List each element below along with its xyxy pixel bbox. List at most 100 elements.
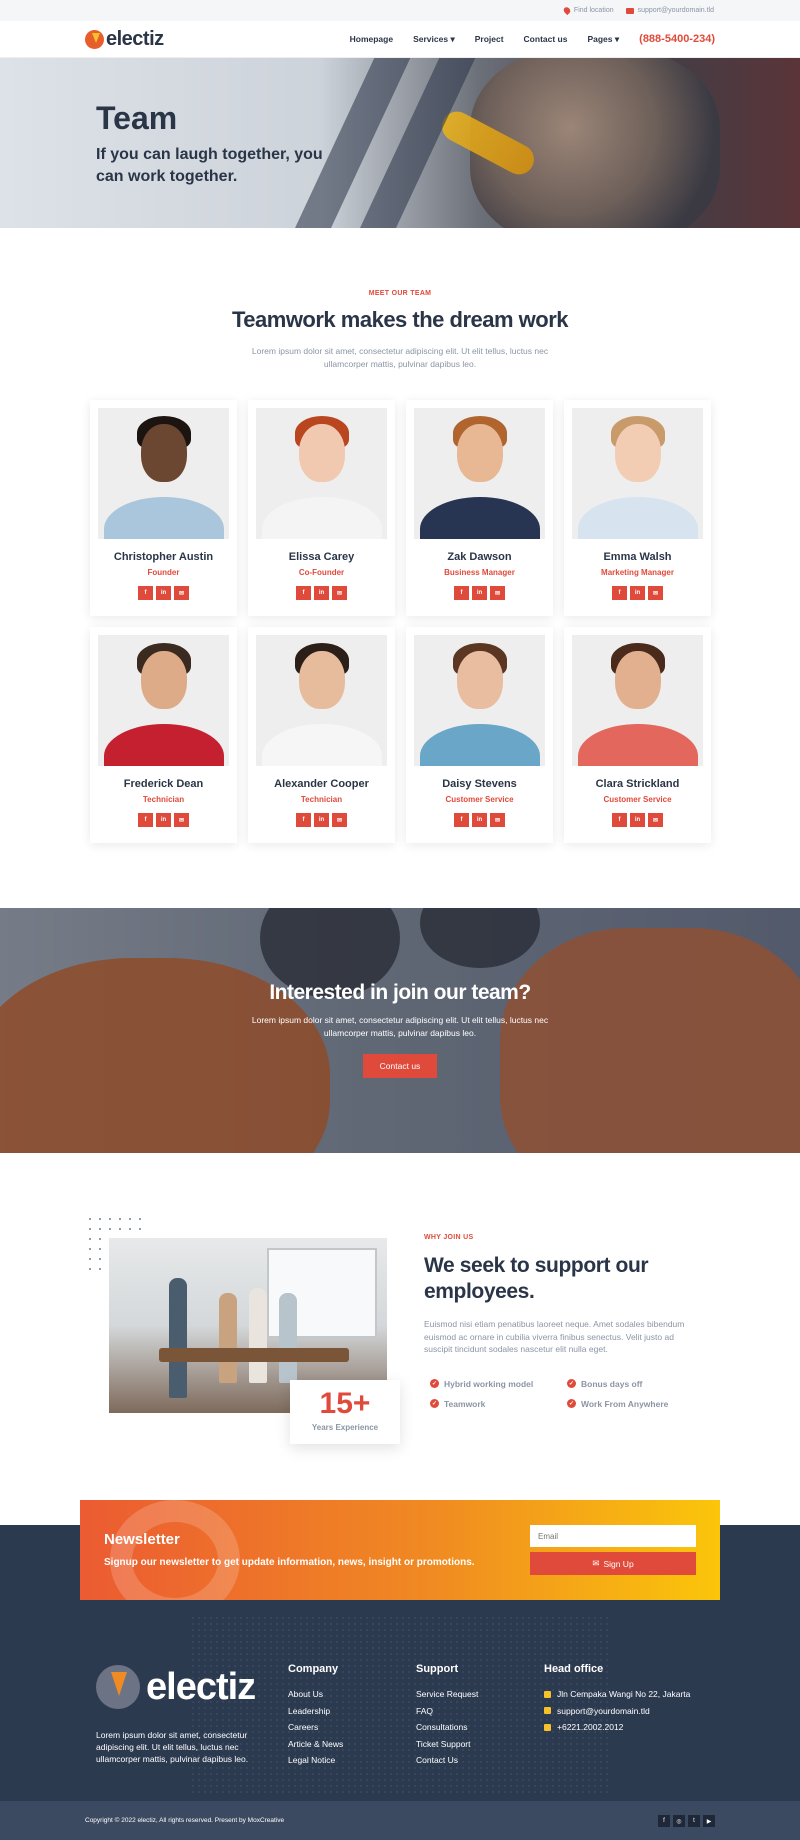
- member-social-links: f in ✉: [256, 586, 387, 600]
- envelope-icon[interactable]: ✉: [332, 813, 347, 827]
- why-eyebrow: WHY JOIN US: [424, 1234, 474, 1241]
- envelope-icon[interactable]: ✉: [648, 813, 663, 827]
- facebook-icon[interactable]: f: [454, 586, 469, 600]
- nav-contact[interactable]: Contact us: [524, 34, 568, 44]
- hero-subtitle: If you can laugh together, you can work …: [96, 146, 323, 185]
- footer-link[interactable]: Ticket Support: [416, 1739, 478, 1749]
- footer-link[interactable]: Service Request: [416, 1689, 478, 1699]
- newsletter-email-input[interactable]: [530, 1525, 696, 1547]
- nav-project[interactable]: Project: [475, 34, 504, 44]
- twitter-icon[interactable]: t: [688, 1815, 700, 1827]
- envelope-icon[interactable]: ✉: [648, 586, 663, 600]
- location-text: Find location: [573, 7, 614, 14]
- linkedin-icon[interactable]: in: [630, 586, 645, 600]
- main-nav: Homepage Services Project Contact us Pag…: [350, 33, 715, 45]
- cta-title: Interested in join our team?: [269, 981, 531, 1004]
- footer-support-column: Support Service Request FAQ Consultation…: [416, 1663, 478, 1772]
- footer-link[interactable]: About Us: [288, 1689, 343, 1699]
- member-photo: [256, 635, 387, 766]
- footer-description: Lorem ipsum dolor sit amet, consectetur …: [96, 1730, 249, 1764]
- facebook-icon[interactable]: f: [658, 1815, 670, 1827]
- member-photo-body: [261, 724, 382, 766]
- envelope-icon[interactable]: ✉: [332, 586, 347, 600]
- footer-logo[interactable]: electiz: [96, 1665, 256, 1709]
- office-person: [249, 1288, 267, 1383]
- member-name: Emma Walsh: [603, 551, 672, 563]
- envelope-icon[interactable]: ✉: [490, 813, 505, 827]
- email-link[interactable]: support@yourdomain.tld: [625, 7, 714, 14]
- benefit-item: ✓ Work From Anywhere: [567, 1399, 704, 1409]
- youtube-icon[interactable]: ▶: [703, 1815, 715, 1827]
- member-photo: [98, 408, 229, 539]
- member-photo: [256, 408, 387, 539]
- footer-link[interactable]: Legal Notice: [288, 1755, 343, 1765]
- member-role: Marketing Manager: [601, 568, 674, 577]
- nav-homepage[interactable]: Homepage: [350, 34, 393, 44]
- office-address-text: Jln Cempaka Wangi No 22, Jakarta: [557, 1689, 691, 1699]
- member-name: Christopher Austin: [113, 551, 214, 563]
- facebook-icon[interactable]: f: [296, 586, 311, 600]
- copyright: Copyright © 2022 electiz, All rights res…: [85, 1817, 285, 1824]
- facebook-icon[interactable]: f: [454, 813, 469, 827]
- member-photo-body: [419, 724, 540, 766]
- facebook-icon[interactable]: f: [612, 813, 627, 827]
- contact-us-button[interactable]: Contact us: [362, 1054, 438, 1078]
- envelope-icon[interactable]: ✉: [490, 586, 505, 600]
- member-role: Co-Founder: [298, 568, 345, 577]
- nav-pages[interactable]: Pages: [587, 34, 619, 45]
- envelope-icon[interactable]: ✉: [174, 586, 189, 600]
- team-grid: Christopher Austin Founder f in ✉ Elissa C…: [90, 400, 711, 843]
- footer-link[interactable]: Careers: [288, 1722, 343, 1732]
- member-social-links: f in ✉: [98, 813, 229, 827]
- footer-company-column: Company About Us Leadership Careers Arti…: [288, 1663, 343, 1772]
- footer-bottom-bar: Copyright © 2022 electiz, All rights res…: [0, 1801, 800, 1840]
- logo[interactable]: electiz: [85, 28, 164, 51]
- member-social-links: f in ✉: [256, 813, 387, 827]
- linkedin-icon[interactable]: in: [314, 586, 329, 600]
- envelope-icon[interactable]: ✉: [174, 813, 189, 827]
- linkedin-icon[interactable]: in: [630, 813, 645, 827]
- linkedin-icon[interactable]: in: [156, 586, 171, 600]
- location-link[interactable]: Find location: [562, 5, 614, 16]
- benefits-list: ✓ Hybrid working model ✓ Bonus days off ✓ T…: [424, 1379, 704, 1409]
- email-text: support@yourdomain.tld: [637, 7, 714, 14]
- footer-link[interactable]: Consultations: [416, 1722, 478, 1732]
- phone-number[interactable]: (888-5400-234): [639, 33, 715, 45]
- footer-link[interactable]: Contact Us: [416, 1755, 478, 1765]
- linkedin-icon[interactable]: in: [472, 586, 487, 600]
- facebook-icon[interactable]: f: [138, 813, 153, 827]
- benefit-item: ✓ Hybrid working model: [430, 1379, 567, 1389]
- benefit-label: Hybrid working model: [444, 1378, 534, 1389]
- why-join-section: WHY JOIN US We seek to support our emplo…: [424, 1234, 704, 1409]
- check-icon: ✓: [567, 1379, 576, 1388]
- member-photo-body: [577, 724, 698, 766]
- member-photo-face: [456, 424, 503, 482]
- office-email[interactable]: support@yourdomain.tld: [544, 1706, 690, 1716]
- member-name: Frederick Dean: [123, 778, 204, 790]
- linkedin-icon[interactable]: in: [472, 813, 487, 827]
- facebook-icon[interactable]: f: [138, 586, 153, 600]
- footer-link[interactable]: Leadership: [288, 1706, 343, 1716]
- office-phone[interactable]: +6221.2002.2012: [544, 1722, 690, 1732]
- footer-link[interactable]: Article & News: [288, 1739, 343, 1749]
- sign-up-button[interactable]: ✉ Sign Up: [530, 1552, 696, 1575]
- nav-services[interactable]: Services: [413, 34, 455, 45]
- facebook-icon[interactable]: f: [296, 813, 311, 827]
- footer-link[interactable]: FAQ: [416, 1706, 478, 1716]
- stat-label: Years Experience: [311, 1423, 379, 1432]
- linkedin-icon[interactable]: in: [156, 813, 171, 827]
- linkedin-icon[interactable]: in: [314, 813, 329, 827]
- benefit-item: ✓ Teamwork: [430, 1399, 567, 1409]
- newsletter-banner: Newsletter Signup our newsletter to get …: [80, 1500, 720, 1600]
- member-photo: [414, 635, 545, 766]
- facebook-icon[interactable]: f: [612, 586, 627, 600]
- office-table: [159, 1348, 349, 1362]
- member-photo-face: [614, 651, 661, 709]
- member-photo-face: [456, 651, 503, 709]
- site-header: electiz Homepage Services Project Contac…: [0, 21, 800, 58]
- lightning-watermark-icon: [110, 1500, 240, 1600]
- team-card: Elissa Carey Co-Founder f in ✉: [248, 400, 395, 616]
- check-icon: ✓: [430, 1399, 439, 1408]
- benefit-label: Bonus days off: [581, 1378, 643, 1389]
- instagram-icon[interactable]: ◎: [673, 1815, 685, 1827]
